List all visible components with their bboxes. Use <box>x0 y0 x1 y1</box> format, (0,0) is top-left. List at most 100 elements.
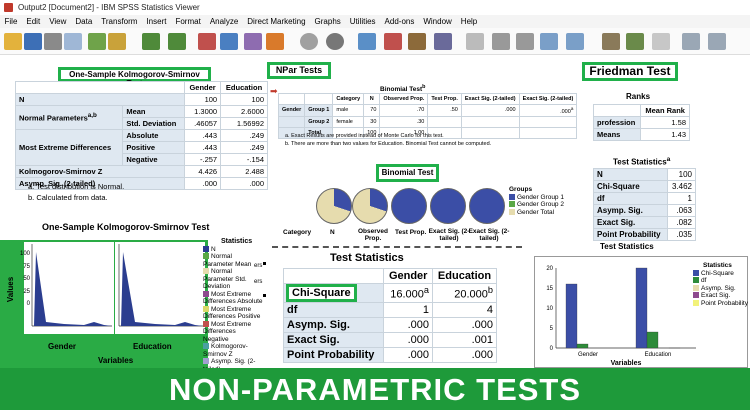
collapse-icon[interactable] <box>708 33 726 50</box>
split-file-icon[interactable] <box>326 33 344 50</box>
stats-legend-item: Point Probability <box>693 300 748 308</box>
ks-cell: .249 <box>220 129 268 142</box>
fs-cell: 100 <box>666 168 697 181</box>
ks-cell: .443 <box>184 141 222 154</box>
insert-title-icon[interactable] <box>626 33 644 50</box>
menu-window[interactable]: Window <box>419 15 456 28</box>
bt-cell: 70 <box>363 104 381 117</box>
menu-data[interactable]: Data <box>71 15 97 28</box>
bt-cell <box>518 115 578 128</box>
ts-row-label: Point Probability <box>282 347 385 363</box>
bt-cell <box>460 126 520 139</box>
export-icon[interactable] <box>88 33 106 50</box>
spelling-icon[interactable] <box>466 33 484 50</box>
menu-direct-marketing[interactable]: Direct Marketing <box>243 15 310 28</box>
open-folder-icon[interactable] <box>4 33 22 50</box>
bt-cell: .70 <box>379 104 429 117</box>
ks-header-blank <box>14 81 186 94</box>
stats-bar <box>646 331 659 349</box>
ts-cell: .000 <box>383 317 434 333</box>
ks-chart-title: One-Sample Kolmogorov-Smirnov Test <box>42 222 210 232</box>
binomial-legend: Groups Gender Group 1 Gender Group 2 Gen… <box>509 186 564 216</box>
ts-cell: 1 <box>383 302 434 318</box>
fs-row-label: Point Probability <box>593 228 668 241</box>
variables-icon[interactable] <box>266 33 284 50</box>
goto-case-icon[interactable] <box>220 33 238 50</box>
menu-view[interactable]: View <box>45 15 71 28</box>
promote-icon[interactable] <box>540 33 558 50</box>
ks-area-education <box>121 252 203 326</box>
menu-help[interactable]: Help <box>456 15 481 28</box>
stats-xtick-label: Gender <box>578 352 598 358</box>
stats-chart-title: Test Statistics <box>600 242 654 251</box>
undo-icon[interactable] <box>142 33 160 50</box>
bt-h <box>277 93 306 105</box>
print-icon[interactable] <box>44 33 62 50</box>
menu-utilities[interactable]: Utilities <box>345 15 380 28</box>
node-marker <box>263 262 266 265</box>
insert-heading-icon[interactable] <box>602 33 620 50</box>
menu-file[interactable]: File <box>0 15 22 28</box>
recall-dialog-icon[interactable] <box>108 33 126 50</box>
ks-xcat-education: Education <box>133 342 172 351</box>
ks-row-sublabel: Mean <box>122 105 186 118</box>
save-icon[interactable] <box>24 33 42 50</box>
stats-legend: Statistics Chi-Square df Asymp. Sig. Exa… <box>693 262 748 307</box>
stats-bar <box>565 283 578 349</box>
bc-col: N <box>330 229 335 236</box>
ks-ylabel: Values <box>6 276 16 303</box>
menu-edit[interactable]: Edit <box>22 15 45 28</box>
bt-cell: Group 2 <box>304 115 334 128</box>
redo-icon[interactable] <box>168 33 186 50</box>
ks-row-sublabel: Negative <box>122 153 186 166</box>
ts-row-label: Asymp. Sig. <box>282 317 385 333</box>
binomial-legend-item: Gender Group 2 <box>509 201 564 209</box>
goto-data-icon[interactable] <box>198 33 216 50</box>
bt-cell: .000 <box>460 104 520 117</box>
menu-transform[interactable]: Transform <box>97 15 142 28</box>
value-labels-icon[interactable] <box>384 33 402 50</box>
window-title: Output2 [Document2] - IBM SPSS Statistic… <box>18 3 200 12</box>
demote-icon[interactable] <box>566 33 584 50</box>
ks-legend-item: Most Extreme Differences Positive <box>203 305 261 320</box>
ks-area-gender <box>34 252 112 326</box>
ks-header-gender: Gender <box>184 81 222 94</box>
ks-note-b: b. Calculated from data. <box>28 193 108 202</box>
ts-row-label: Exact Sig. <box>282 332 385 348</box>
menu-analyze[interactable]: Analyze <box>205 15 242 28</box>
ks-row-label: Normal Parametersa,b <box>14 105 124 130</box>
designated-window-icon[interactable] <box>300 33 318 50</box>
bt-h: N <box>363 93 381 105</box>
nav-forward-icon[interactable] <box>516 33 534 50</box>
fs-row-label: Exact Sig. <box>593 216 668 229</box>
fs-cell: .035 <box>666 228 697 241</box>
menu-insert[interactable]: Insert <box>142 15 171 28</box>
show-all-icon[interactable] <box>434 33 452 50</box>
show-hide-icon[interactable] <box>682 33 700 50</box>
nav-back-icon[interactable] <box>492 33 510 50</box>
bt-h: Exact Sig. (2-tailed) <box>460 93 520 105</box>
menu-graphs[interactable]: Graphs <box>310 15 345 28</box>
fs-row-label: Chi-Square <box>593 180 668 193</box>
ranks-cell: 1.43 <box>640 128 690 141</box>
stats-xlabel: Variables <box>611 360 642 367</box>
stats-legend-title: Statistics <box>703 262 732 269</box>
binomial-table: Category N Observed Prop. Test Prop. Exa… <box>277 93 578 139</box>
stats-bar <box>576 343 589 349</box>
ks-row-label: Kolmogorov-Smirnov Z <box>14 165 186 178</box>
ks-cell: .000 <box>184 177 222 190</box>
binomial-chart-label: Binomial Test <box>376 164 439 182</box>
print-preview-icon[interactable] <box>64 33 82 50</box>
ks-cell: .000 <box>220 177 268 190</box>
goto-variable-icon[interactable] <box>244 33 262 50</box>
ks-title-label: One-Sample Kolmogorov-Smirnov Test <box>58 67 211 88</box>
insert-text-icon[interactable] <box>652 33 670 50</box>
ks-chart-education-svg <box>118 244 203 327</box>
menu-addons[interactable]: Add-ons <box>380 15 419 28</box>
select-cases-icon[interactable] <box>358 33 376 50</box>
ks-table: Gender Education N 100 100 Normal Parame… <box>14 81 268 190</box>
menu-format[interactable]: Format <box>171 15 205 28</box>
ranks-h: Mean Rank <box>640 104 690 117</box>
use-sets-icon[interactable] <box>408 33 426 50</box>
ks-row-label: N <box>14 93 186 106</box>
